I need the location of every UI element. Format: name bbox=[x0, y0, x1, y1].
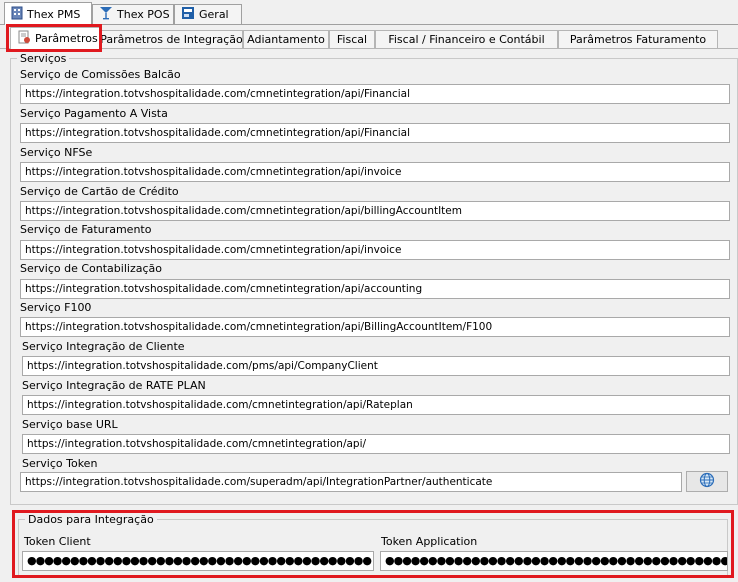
field-label: Serviço F100 bbox=[20, 301, 92, 314]
tab-geral[interactable]: Geral bbox=[174, 4, 242, 24]
top-tabstrip-border bbox=[0, 24, 738, 25]
field-label: Serviço de Comissões Balcão bbox=[20, 68, 181, 81]
servico-base-url-input[interactable]: https://integration.totvshospitalidade.c… bbox=[22, 434, 730, 454]
building-icon bbox=[11, 6, 23, 23]
servico-token-input[interactable]: https://integration.totvshospitalidade.c… bbox=[20, 472, 682, 492]
servico-faturamento-input[interactable]: https://integration.totvshospitalidade.c… bbox=[20, 240, 730, 260]
field-label: Serviço NFSe bbox=[20, 146, 93, 159]
tab-thex-pos-label: Thex POS bbox=[117, 8, 170, 21]
tab-fiscal-label: Fiscal bbox=[336, 33, 368, 46]
tab-thex-pms[interactable]: Thex PMS bbox=[4, 2, 92, 25]
tab-parametros-faturamento-label: Parâmetros Faturamento bbox=[569, 33, 707, 46]
servico-pagamento-vista-input[interactable]: https://integration.totvshospitalidade.c… bbox=[20, 123, 730, 143]
sub-tabstrip-border bbox=[0, 48, 738, 49]
field-label: Serviço de Contabilização bbox=[20, 262, 162, 275]
document-icon bbox=[181, 6, 195, 23]
field-label: Serviço Token bbox=[22, 457, 98, 470]
test-token-button[interactable] bbox=[686, 471, 728, 492]
tab-parametros-integracao[interactable]: Parâmetros de Integração bbox=[100, 30, 243, 48]
highlight-dados-integracao bbox=[12, 510, 734, 578]
servico-comissoes-balcao-input[interactable]: https://integration.totvshospitalidade.c… bbox=[20, 84, 730, 104]
tab-geral-label: Geral bbox=[199, 8, 229, 21]
field-label: Serviço de Cartão de Crédito bbox=[20, 185, 179, 198]
globe-icon bbox=[699, 472, 715, 491]
field-label: Serviço Pagamento A Vista bbox=[20, 107, 168, 120]
servicos-legend: Serviços bbox=[20, 52, 67, 65]
tab-thex-pos[interactable]: Thex POS bbox=[92, 4, 174, 24]
tab-adiantamento-label: Adiantamento bbox=[247, 33, 325, 46]
tab-thex-pms-label: Thex PMS bbox=[27, 7, 81, 21]
tab-fiscal[interactable]: Fiscal bbox=[329, 30, 375, 48]
servico-nfse-input[interactable]: https://integration.totvshospitalidade.c… bbox=[20, 162, 730, 182]
tab-parametros-faturamento[interactable]: Parâmetros Faturamento bbox=[558, 30, 718, 48]
servico-contabilizacao-input[interactable]: https://integration.totvshospitalidade.c… bbox=[20, 279, 730, 299]
tab-fiscal-financeiro-contabil-label: Fiscal / Financeiro e Contábil bbox=[388, 33, 545, 46]
tab-parametros-integracao-label: Parâmetros de Integração bbox=[100, 33, 243, 46]
highlight-parametros-tab bbox=[6, 24, 102, 52]
servico-f100-input[interactable]: https://integration.totvshospitalidade.c… bbox=[20, 317, 730, 337]
servico-integracao-rate-plan-input[interactable]: https://integration.totvshospitalidade.c… bbox=[22, 395, 730, 415]
cocktail-icon bbox=[99, 6, 113, 23]
field-label: Serviço Integração de RATE PLAN bbox=[22, 379, 206, 392]
field-label: Serviço base URL bbox=[22, 418, 118, 431]
field-label: Serviço de Faturamento bbox=[20, 223, 152, 236]
tab-adiantamento[interactable]: Adiantamento bbox=[243, 30, 329, 48]
servico-integracao-cliente-input[interactable]: https://integration.totvshospitalidade.c… bbox=[22, 356, 730, 376]
servico-cartao-credito-input[interactable]: https://integration.totvshospitalidade.c… bbox=[20, 201, 730, 221]
tab-fiscal-financeiro-contabil[interactable]: Fiscal / Financeiro e Contábil bbox=[375, 30, 558, 48]
field-label: Serviço Integração de Cliente bbox=[22, 340, 185, 353]
